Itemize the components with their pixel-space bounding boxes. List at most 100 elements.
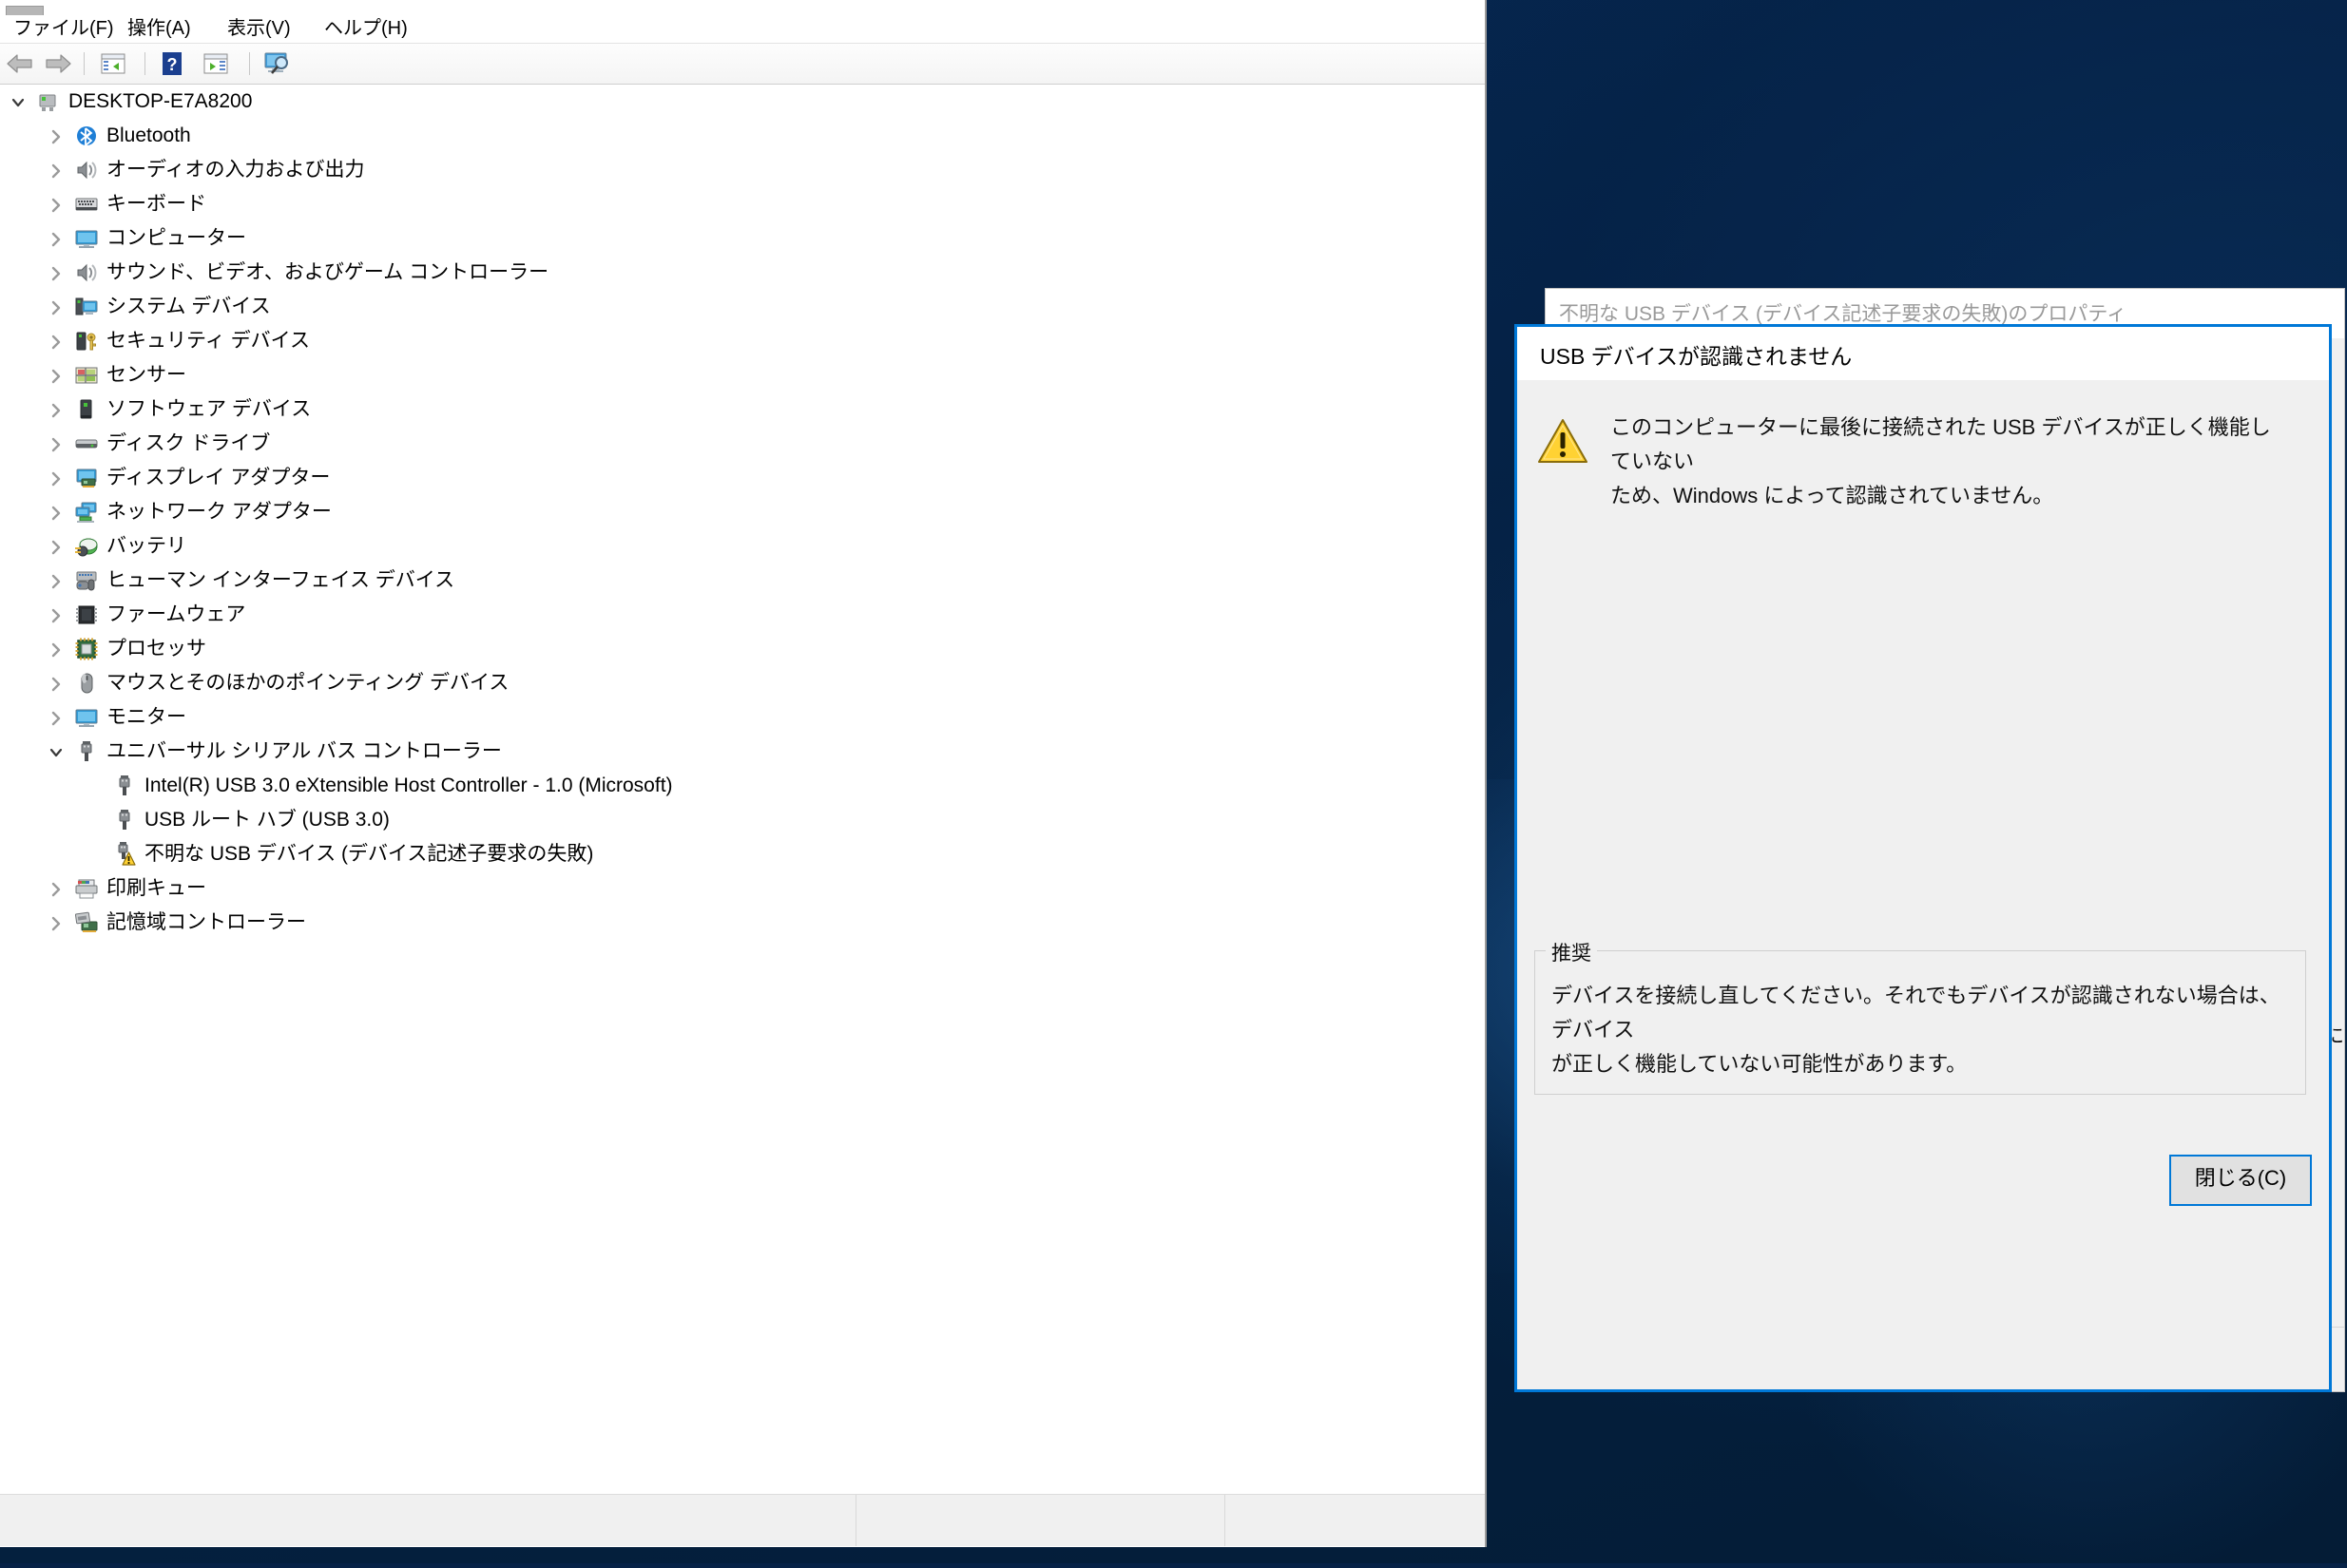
usb-device-not-recognized-dialog[interactable]: USB デバイスが認識されません このコンピューターに最後に接続された USB … xyxy=(1514,324,2332,1392)
chevron-right-icon[interactable] xyxy=(46,290,67,324)
dialog-message-line-1: このコンピューターに最後に接続された USB デバイスが正しく機能していない xyxy=(1610,415,2271,473)
usb-warning-icon xyxy=(118,842,136,866)
tree-item-label: USB ルート ハブ (USB 3.0) xyxy=(144,809,390,831)
tree-row[interactable]: ユニバーサル シリアル バス コントローラー xyxy=(0,735,1485,769)
tree-item-label: Intel(R) USB 3.0 eXtensible Host Control… xyxy=(144,774,673,796)
toolbar-separator-1 xyxy=(84,52,85,75)
chevron-right-icon[interactable] xyxy=(46,871,67,906)
recommendation-line-2: が正しく機能していない可能性があります。 xyxy=(1551,1052,1968,1076)
tree-row[interactable]: コンピューター xyxy=(0,221,1485,256)
tree-row[interactable]: ディスプレイ アダプター xyxy=(0,461,1485,495)
status-cell-2 xyxy=(856,1495,1225,1546)
dialog-message: このコンピューターに最後に接続された USB デバイスが正しく機能していない た… xyxy=(1610,411,2276,513)
tree-item-label: ユニバーサル シリアル バス コントローラー xyxy=(106,740,502,762)
tree-row[interactable]: 不明な USB デバイス (デバイス記述子要求の失敗) xyxy=(0,837,1485,871)
close-button[interactable]: 閉じる(C) xyxy=(2169,1155,2312,1206)
chevron-right-icon[interactable] xyxy=(46,700,67,735)
tree-item-label: センサー xyxy=(106,364,186,386)
tree-row[interactable]: ディスク ドライブ xyxy=(0,427,1485,461)
device-manager-window[interactable]: ファイル(F) 操作(A) 表示(V) ヘルプ(H) ? DESKTOP-E7A… xyxy=(0,0,1486,1547)
tree-item-label: キーボード xyxy=(106,193,206,215)
tree-row[interactable]: プロセッサ xyxy=(0,632,1485,666)
tree-row[interactable]: USB ルート ハブ (USB 3.0) xyxy=(0,803,1485,837)
system-device-icon xyxy=(75,297,98,316)
tree-row[interactable]: 印刷キュー xyxy=(0,871,1485,906)
chevron-right-icon[interactable] xyxy=(46,256,67,290)
menu-item-2[interactable]: 表示(V) xyxy=(221,18,297,40)
tree-row[interactable]: キーボード xyxy=(0,187,1485,221)
menu-bar[interactable]: ファイル(F) 操作(A) 表示(V) ヘルプ(H) xyxy=(0,15,1486,44)
chevron-right-icon[interactable] xyxy=(46,529,67,564)
toolbar-separator-3 xyxy=(249,52,250,75)
chevron-right-icon[interactable] xyxy=(46,598,67,632)
warning-triangle-icon xyxy=(1538,418,1587,464)
usb-icon xyxy=(81,741,92,761)
svg-text:?: ? xyxy=(167,55,178,74)
chevron-right-icon[interactable] xyxy=(46,221,67,256)
menu-item-1[interactable]: 操作(A) xyxy=(122,18,197,40)
tree-row[interactable]: Intel(R) USB 3.0 eXtensible Host Control… xyxy=(0,769,1485,803)
properties-window-title: 不明な USB デバイス (デバイス記述子要求の失敗)のプロパティ xyxy=(1559,303,2127,325)
chevron-right-icon[interactable] xyxy=(46,153,67,187)
show-hidden-devices-button[interactable] xyxy=(202,49,230,78)
tree-item-label: 記憶域コントローラー xyxy=(106,911,306,933)
status-cell-1 xyxy=(0,1495,856,1546)
tree-row[interactable]: ネットワーク アダプター xyxy=(0,495,1485,529)
keyboard-icon xyxy=(75,198,98,211)
tree-row[interactable]: センサー xyxy=(0,358,1485,392)
chevron-right-icon[interactable] xyxy=(46,666,67,700)
tree-row[interactable]: バッテリ xyxy=(0,529,1485,564)
help-button[interactable]: ? xyxy=(158,49,186,78)
chevron-right-icon[interactable] xyxy=(46,461,67,495)
tree-row[interactable]: ヒューマン インターフェイス デバイス xyxy=(0,564,1485,598)
chevron-right-icon[interactable] xyxy=(46,358,67,392)
firmware-chip-icon xyxy=(76,605,97,624)
tree-row[interactable]: 記憶域コントローラー xyxy=(0,906,1485,940)
tree-row[interactable]: マウスとそのほかのポインティング デバイス xyxy=(0,666,1485,700)
scan-for-hardware-changes-button[interactable] xyxy=(262,49,291,78)
chevron-right-icon[interactable] xyxy=(46,632,67,666)
tree-row[interactable]: モニター xyxy=(0,700,1485,735)
tree-item-label: DESKTOP-E7A8200 xyxy=(68,90,253,112)
tree-item-label: ディスク ドライブ xyxy=(106,432,271,454)
back-arrow-icon xyxy=(7,54,32,73)
properties-button[interactable] xyxy=(99,49,127,78)
tree-row[interactable]: システム デバイス xyxy=(0,290,1485,324)
chevron-right-icon[interactable] xyxy=(46,324,67,358)
chevron-right-icon[interactable] xyxy=(46,427,67,461)
chevron-down-icon[interactable] xyxy=(46,735,67,769)
software-device-icon xyxy=(80,399,92,419)
chevron-right-icon[interactable] xyxy=(46,906,67,940)
tree-row[interactable]: セキュリティ デバイス xyxy=(0,324,1485,358)
monitor-icon xyxy=(75,709,98,727)
tree-item-label: モニター xyxy=(106,706,186,728)
tree-item-label: マウスとそのほかのポインティング デバイス xyxy=(106,672,510,694)
bluetooth-icon xyxy=(77,126,96,146)
tree-item-label: プロセッサ xyxy=(106,638,206,660)
chevron-right-icon[interactable] xyxy=(46,187,67,221)
tree-row[interactable]: ファームウェア xyxy=(0,598,1485,632)
monitor-icon xyxy=(75,230,98,248)
forward-button[interactable] xyxy=(44,49,72,78)
scan-monitor-icon xyxy=(264,52,288,74)
tree-row[interactable]: Bluetooth xyxy=(0,119,1485,153)
toolbar[interactable]: ? xyxy=(0,44,1486,85)
tree-row[interactable]: オーディオの入力および出力 xyxy=(0,153,1485,187)
menu-item-3[interactable]: ヘルプ(H) xyxy=(318,18,414,40)
toolbar-separator-2 xyxy=(144,52,145,75)
back-button[interactable] xyxy=(6,49,34,78)
chevron-right-icon[interactable] xyxy=(46,564,67,598)
chevron-right-icon[interactable] xyxy=(46,119,67,153)
tree-row[interactable]: ソフトウェア デバイス xyxy=(0,392,1485,427)
tree-row[interactable]: サウンド、ビデオ、およびゲーム コントローラー xyxy=(0,256,1485,290)
scan-list-icon xyxy=(203,53,228,74)
chevron-right-icon[interactable] xyxy=(46,392,67,427)
computer-root-icon xyxy=(39,94,56,111)
chevron-right-icon[interactable] xyxy=(46,495,67,529)
tree-item-label: オーディオの入力および出力 xyxy=(106,159,365,181)
tree-item-label: 印刷キュー xyxy=(106,877,206,899)
chevron-down-icon[interactable] xyxy=(8,85,29,119)
menu-item-0[interactable]: ファイル(F) xyxy=(8,18,120,40)
device-tree[interactable]: DESKTOP-E7A8200 Bluetooth オーディオの入力および出力 キーボ… xyxy=(0,85,1485,1489)
tree-row[interactable]: DESKTOP-E7A8200 xyxy=(0,85,1485,119)
